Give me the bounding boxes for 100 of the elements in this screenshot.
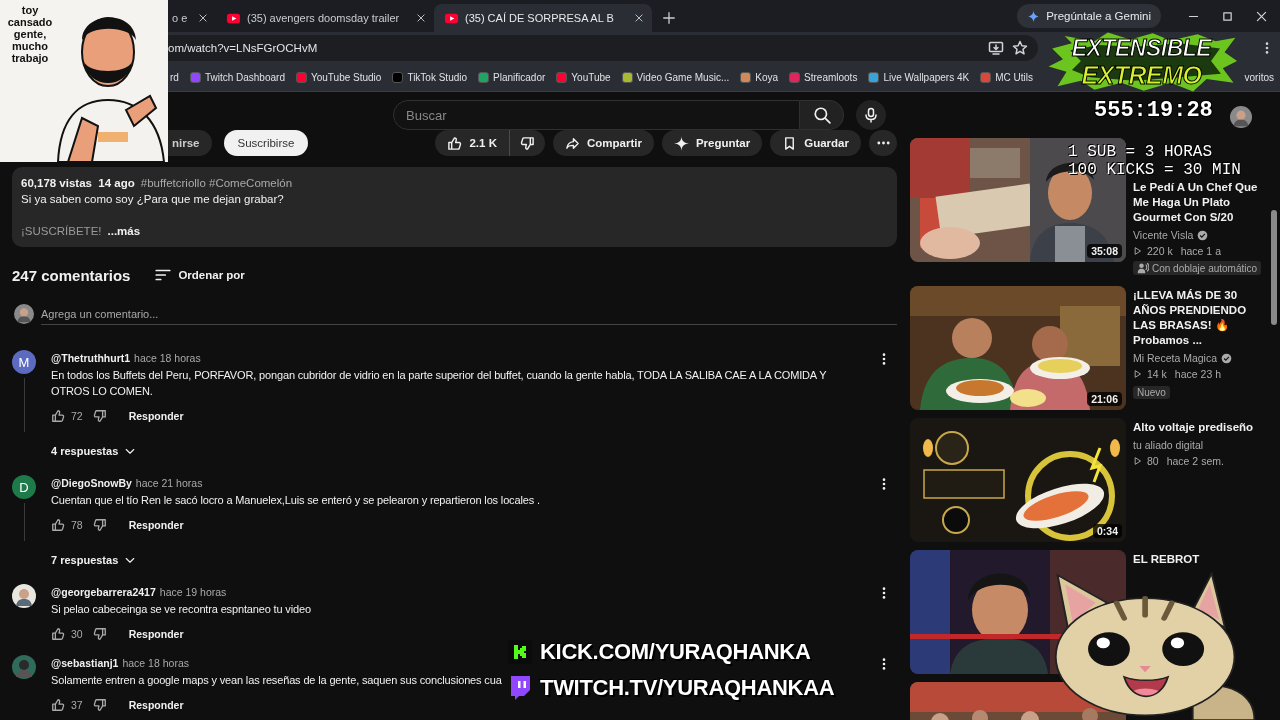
thumbs-down-icon[interactable] [92,518,107,532]
description-text: ¡SUSCRÍBETE! [21,224,102,239]
comment-author[interactable]: @georgebarrera2417 [51,586,156,598]
close-icon[interactable] [198,13,208,23]
browser-tab[interactable]: (35) avengers doomsday trailer [216,4,434,32]
like-button[interactable]: 2.1 K [435,130,510,156]
thumbs-up-icon [51,627,65,641]
video-title[interactable]: Alto voltaje prediseño [1133,420,1254,435]
comment-time[interactable]: hace 18 horas [134,352,201,364]
close-icon[interactable] [416,13,426,23]
like-button[interactable]: 37 [51,698,83,712]
overlay-text: 100 KICKS = 30 MIN [1068,161,1241,179]
comment-author[interactable]: @Thetruthhurt1 [51,352,131,364]
like-button[interactable]: 72 [51,409,83,423]
duration-label: 21:06 [1087,392,1122,406]
video-title[interactable]: ¡LLEVA MÁS DE 30 AÑOS PRENDIENDO LAS BRASAS! 🔥 Probamos ... [1133,288,1268,348]
reply-button[interactable]: Responder [128,628,184,640]
thumbs-down-icon[interactable] [92,627,107,641]
reply-button[interactable]: Responder [128,699,184,711]
thumbs-down-icon[interactable] [92,698,107,712]
dislike-button[interactable] [509,130,545,156]
view-stats: 60,178 vistas 14 ago [21,176,135,191]
bookmark[interactable]: YouTube Studio [291,66,386,89]
channel-link-text[interactable]: KICK.COM/YURAQHANKA [540,639,811,665]
gemini-button[interactable]: Pregúntale a Gemini [1017,4,1161,28]
scrollbar-thumb[interactable] [1271,210,1277,325]
install-icon[interactable] [988,40,1004,56]
like-button[interactable]: 30 [51,627,83,641]
comment-text: Si pelao cabeceinga se ve recontra espntaneo tu video [51,602,311,617]
bookmark[interactable]: TikTok Studio [388,66,472,89]
description-box[interactable]: 60,178 vistas 14 ago #buffetcriollo #ComeComelón Si ya saben como soy ¿Para que me dejan grabar? ¡SUSCRÍBETE! ...más [12,167,897,247]
replies-toggle[interactable]: 7 respuestas [51,546,137,574]
reply-button[interactable]: Responder [128,519,184,531]
more-button[interactable] [869,130,897,156]
comment-time[interactable]: hace 18 horas [122,657,189,669]
bookmark[interactable]: YouTube [552,66,615,89]
bookmark[interactable]: MC Utils [976,66,1037,89]
ask-button[interactable]: Preguntar [661,130,763,156]
overlay-caption: toy cansado gente, mucho trabajo [6,4,54,64]
close-icon[interactable] [634,13,644,23]
sort-button[interactable]: Ordenar por [154,266,245,284]
new-tab-icon[interactable] [662,11,676,25]
channel-name[interactable]: tu aliado digital [1133,437,1204,453]
save-button[interactable]: Guardar [770,130,861,156]
bookmark[interactable]: Video Game Music... [617,66,734,89]
thumbs-down-icon[interactable] [92,409,107,423]
microphone-button[interactable] [856,100,886,130]
upload-age: hace 2 sem. [1166,454,1224,469]
close-icon[interactable] [1255,10,1268,23]
bookmark[interactable]: Streamloots [785,66,862,89]
voice-icon [1137,262,1149,274]
comment-time[interactable]: hace 19 horas [159,586,227,598]
avatar[interactable]: M [12,350,36,374]
channel-name[interactable]: Vicente Visla [1133,227,1194,243]
thumbs-up-icon [51,698,65,712]
badge: Con doblaje automático [1133,261,1262,275]
reply-button[interactable]: Responder [128,410,184,422]
like-button[interactable]: 78 [51,518,83,532]
thumbs-up-icon [51,409,65,423]
thumbs-down-icon [519,135,535,151]
overlay-text: 1 SUB = 3 HORAS [1068,143,1214,161]
upload-age: hace 23 h [1174,367,1221,382]
share-button[interactable]: Compartir [552,130,654,156]
replies-toggle[interactable]: 4 respuestas [51,437,137,465]
comment-time[interactable]: hace 21 horas [135,477,203,489]
bookmark[interactable]: Koya [736,66,783,89]
channel-name[interactable]: Mi Receta Magica [1133,350,1218,366]
bookmark[interactable]: rd [166,66,183,89]
view-count: 80 [1147,454,1159,469]
thumbs-up-icon [447,135,463,151]
video-title[interactable]: Le Pedí A Un Chef Que Me Haga Un Plato Gourmet Con S/20 [1133,180,1268,225]
maximize-icon[interactable] [1221,10,1234,23]
bookmark[interactable]: Twitch Dashboard [185,66,289,89]
bookmark[interactable]: Planificador [474,66,550,89]
more-link[interactable]: ...más [107,223,141,239]
twitch-logo-icon [508,675,532,701]
play-icon [1133,456,1143,466]
comment-field[interactable]: Agrega un comentario... [41,303,897,325]
bookmark[interactable]: Live Wallpapers 4K [864,66,974,89]
search-button[interactable] [800,100,844,130]
star-icon[interactable] [1012,40,1028,56]
search-field[interactable]: Buscar [393,100,800,130]
subscribe-button[interactable]: Suscribirse [223,130,309,156]
join-button[interactable]: nirse [168,130,212,156]
thumbs-up-icon [51,518,65,532]
avatar[interactable]: D [12,475,36,499]
sparkle-icon [1027,9,1041,23]
browser-tab[interactable]: (35) CAÍ DE SORPRESA AL B [434,4,652,32]
duration-label: 35:08 [1087,244,1122,258]
duration-label: 0:34 [1093,524,1122,538]
channel-link-text[interactable]: TWITCH.TV/YURAQHANKAA [540,675,835,701]
video-title[interactable]: EL REBROT [1133,552,1200,567]
comment-author[interactable]: @DiegoSnowBy [51,477,132,489]
user-avatar [1230,106,1252,128]
hashtags[interactable]: #buffetcriollo #ComeComelón [140,175,293,191]
description-text: Si ya saben como soy ¿Para que me dejan grabar? [21,192,285,207]
comment-count: 247 comentarios [12,266,131,284]
bookmark-folder[interactable]: voritos [1240,66,1280,89]
comment-author[interactable]: @sebastianj1 [51,657,119,669]
sparkle-icon [673,135,689,151]
